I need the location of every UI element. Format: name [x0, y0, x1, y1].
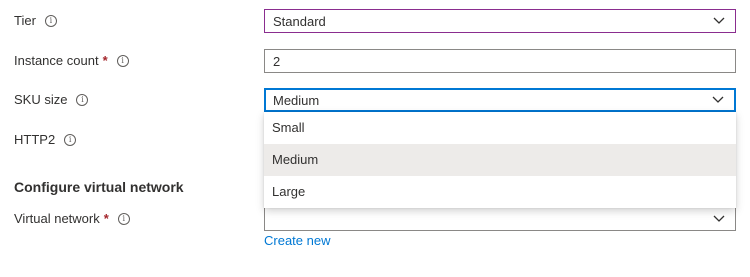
info-icon[interactable]: i [117, 213, 130, 225]
create-new-link[interactable]: Create new [264, 233, 330, 248]
instance-count-label: Instance count [14, 53, 99, 68]
sku-option-medium[interactable]: Medium [264, 144, 736, 176]
sku-size-label: SKU size [14, 92, 68, 107]
instance-count-input[interactable]: 2 [264, 49, 736, 73]
info-icon[interactable]: i [64, 134, 77, 146]
info-icon[interactable]: i [116, 55, 129, 67]
sku-option-large[interactable]: Large [264, 176, 736, 208]
sku-size-select[interactable]: Medium [264, 88, 736, 112]
chevron-down-icon[interactable] [706, 89, 730, 111]
virtual-network-label-row: Virtual network * i [14, 210, 130, 228]
instance-count-label-row: Instance count * i [14, 52, 129, 70]
virtual-network-label: Virtual network [14, 211, 100, 226]
tier-label: Tier [14, 13, 36, 28]
required-marker: * [103, 211, 109, 226]
section-title: Configure virtual network [14, 179, 184, 195]
sku-option-small[interactable]: Small [264, 112, 736, 144]
sku-size-dropdown-list: Small Medium Large [264, 112, 736, 208]
chevron-down-icon[interactable] [707, 208, 731, 230]
tier-value: Standard [273, 13, 326, 29]
tier-select[interactable]: Standard [264, 9, 736, 33]
sku-size-label-row: SKU size i [14, 91, 89, 109]
chevron-down-icon[interactable] [707, 10, 731, 32]
http2-label: HTTP2 [14, 132, 56, 147]
info-icon[interactable]: i [76, 94, 89, 106]
sku-size-value: Medium [273, 92, 320, 108]
tier-label-row: Tier i [14, 12, 57, 30]
instance-count-value: 2 [273, 53, 281, 69]
info-icon[interactable]: i [44, 15, 57, 27]
required-marker: * [102, 53, 108, 68]
http2-label-row: HTTP2 i [14, 131, 77, 149]
virtual-network-select[interactable] [264, 207, 736, 231]
